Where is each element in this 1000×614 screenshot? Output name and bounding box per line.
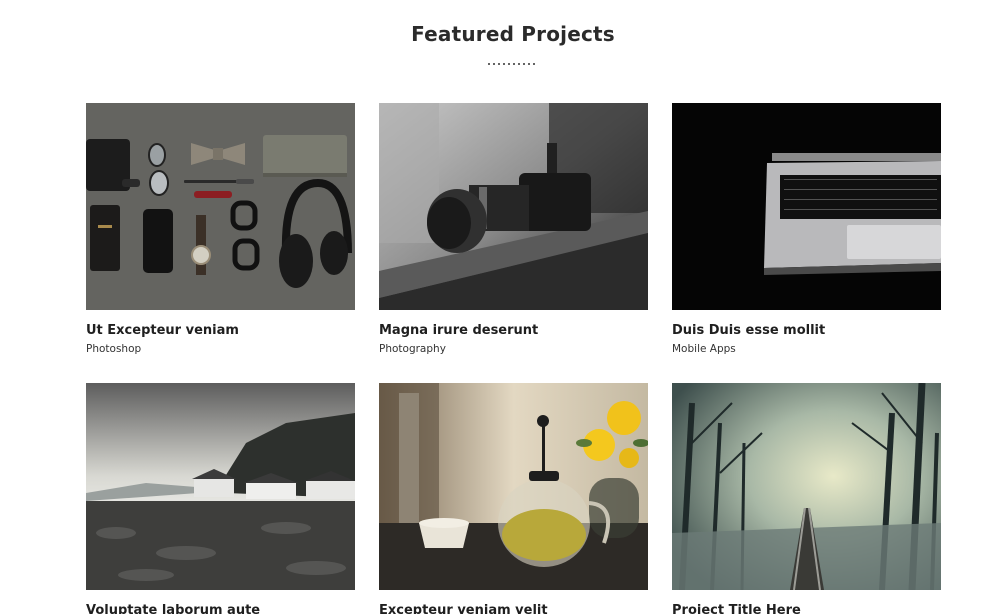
project-card[interactable]: Ut Excepteur veniam Photoshop — [86, 103, 355, 355]
divider-dot — [513, 63, 515, 65]
section-title: Featured Projects — [411, 22, 615, 46]
divider-dot — [528, 63, 530, 65]
divider-dot — [508, 63, 510, 65]
divider-dot — [518, 63, 520, 65]
project-title[interactable]: Project Title Here — [672, 603, 941, 614]
title-divider — [488, 52, 536, 66]
forest-railway-photo[interactable] — [672, 383, 941, 590]
project-card[interactable]: Excepteur veniam velit — [379, 383, 648, 614]
project-category: Photography — [379, 343, 446, 355]
project-card[interactable]: Duis Duis esse mollit Mobile Apps — [672, 103, 941, 355]
laptop-photo[interactable] — [672, 103, 941, 310]
camera-photo[interactable] — [379, 103, 648, 310]
project-card[interactable]: Voluptate laborum aute — [86, 383, 355, 614]
divider-dot — [503, 63, 505, 65]
project-title[interactable]: Voluptate laborum aute — [86, 603, 355, 614]
project-title[interactable]: Duis Duis esse mollit — [672, 323, 941, 338]
featured-projects-section: Featured Projects Ut Excepteur veniam Ph… — [0, 0, 1000, 614]
divider-dot — [493, 63, 495, 65]
flat-lay-accessories-photo[interactable] — [86, 103, 355, 310]
project-card[interactable]: Project Title Here — [672, 383, 941, 614]
project-title[interactable]: Magna irure deserunt — [379, 323, 648, 338]
project-card[interactable]: Magna irure deserunt Photography — [379, 103, 648, 355]
divider-dot — [488, 63, 490, 65]
coastal-village-photo[interactable] — [86, 383, 355, 590]
divider-dot — [498, 63, 500, 65]
tea-pot-photo[interactable] — [379, 383, 648, 590]
project-title[interactable]: Excepteur veniam velit — [379, 603, 648, 614]
project-category: Mobile Apps — [672, 343, 736, 355]
project-title[interactable]: Ut Excepteur veniam — [86, 323, 355, 338]
project-category: Photoshop — [86, 343, 142, 355]
divider-dot — [533, 63, 535, 65]
divider-dot — [523, 63, 525, 65]
